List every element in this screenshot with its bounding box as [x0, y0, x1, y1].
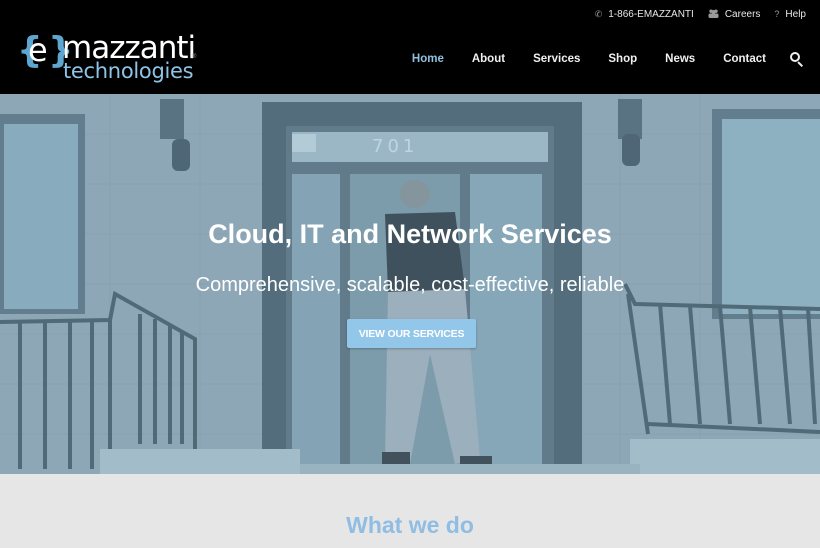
nav-services[interactable]: Services — [533, 53, 580, 65]
help-link[interactable]: ? Help — [774, 9, 806, 20]
logo-letter-e: e — [28, 31, 48, 69]
hero-banner: 701 Cloud, IT and Network Services Compr… — [0, 94, 820, 474]
nav-home[interactable]: Home — [412, 53, 444, 65]
hero-title: Cloud, IT and Network Services — [208, 219, 612, 249]
hero-subtitle: Comprehensive, scalable, cost-effective,… — [195, 274, 625, 296]
phone-icon: ✆ — [594, 8, 603, 19]
logo[interactable]: { e } mazzanti ® technologies — [17, 31, 202, 84]
site-header: ✆ 1-866-EMAZZANTI Careers ? Help { e } m… — [0, 0, 820, 94]
nav-shop[interactable]: Shop — [608, 53, 637, 65]
people-icon — [708, 9, 719, 20]
logo-subtitle: technologies — [63, 59, 194, 83]
phone-link[interactable]: ✆ 1-866-EMAZZANTI — [595, 9, 694, 20]
nav-about[interactable]: About — [472, 53, 505, 65]
main-nav: Home About Services Shop News Contact — [384, 48, 804, 70]
search-icon[interactable] — [790, 52, 804, 68]
nav-news[interactable]: News — [665, 53, 695, 65]
careers-label: Careers — [724, 8, 761, 20]
question-icon: ? — [774, 8, 780, 19]
utility-bar: ✆ 1-866-EMAZZANTI Careers ? Help — [595, 7, 806, 21]
nav-contact[interactable]: Contact — [723, 53, 766, 65]
phone-label: 1-866-EMAZZANTI — [608, 8, 694, 20]
careers-link[interactable]: Careers — [708, 8, 761, 20]
help-label: Help — [785, 8, 806, 20]
what-we-do-section: What we do — [0, 474, 820, 548]
section-title: What we do — [346, 512, 474, 538]
view-services-button[interactable]: VIEW OUR SERVICES — [347, 319, 476, 348]
